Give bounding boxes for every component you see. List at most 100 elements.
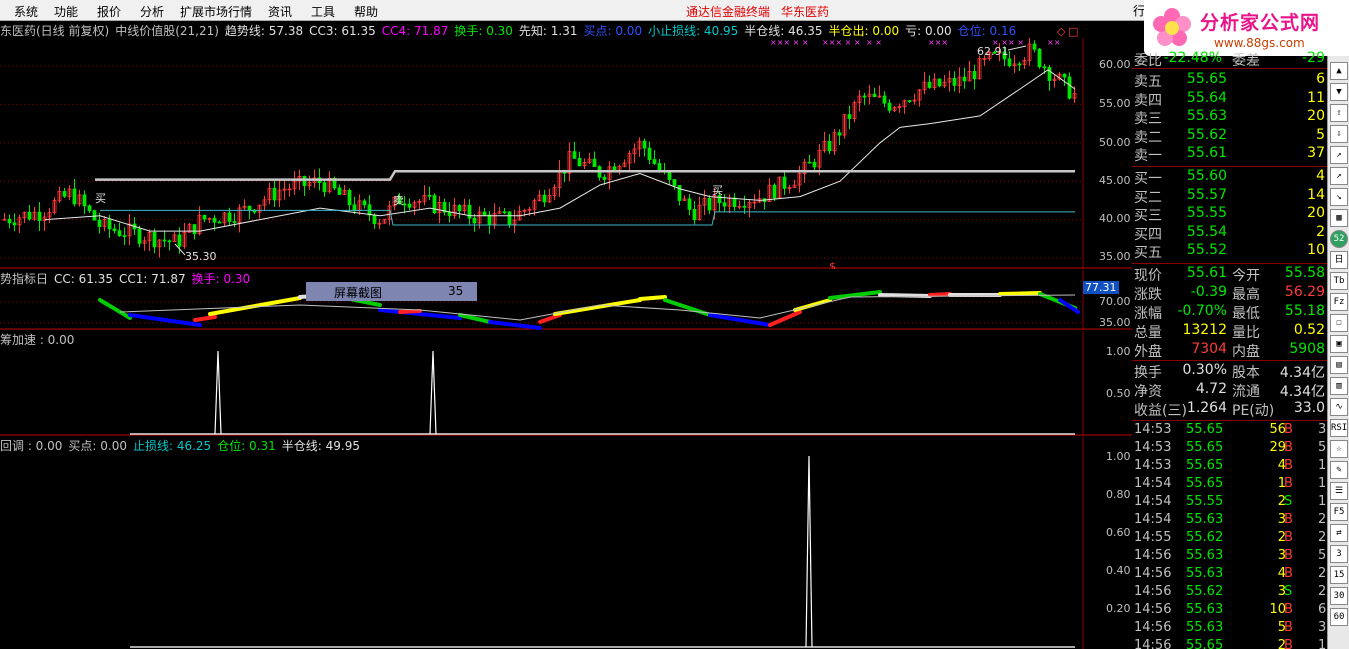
tick-time: 14:56 bbox=[1134, 584, 1172, 599]
candle-body bbox=[657, 163, 662, 171]
candle-body bbox=[7, 218, 12, 224]
toolbar-button-icon[interactable]: ☰ bbox=[1330, 482, 1348, 500]
toolbar-button-icon[interactable]: ▼ bbox=[1330, 83, 1348, 101]
menu-item-tools[interactable]: 工具 bbox=[311, 3, 335, 20]
trend-indicator-panel[interactable]: 势指标日 CC: 61.35 CC1: 71.87 换手: 0.30 77.31 70… bbox=[0, 270, 1132, 330]
toolbar-button-icon[interactable]: Tb bbox=[1330, 272, 1348, 290]
candle-body bbox=[447, 211, 452, 217]
candle-body bbox=[82, 194, 87, 207]
tick-volume: 4 bbox=[1277, 458, 1286, 473]
tick-count: 5 bbox=[1318, 548, 1327, 563]
toolbar-button-icon[interactable]: ▥ bbox=[1330, 377, 1348, 395]
bid-price: 55.55 bbox=[1186, 205, 1227, 221]
candle-body bbox=[72, 188, 77, 205]
chart-option-icon: □ bbox=[1068, 25, 1078, 38]
pullback-indicator-panel[interactable]: 回调 : 0.00 买点: 0.00 止损线: 46.25 仓位: 0.31 半仓线: … bbox=[0, 437, 1132, 649]
toolbar-button-icon[interactable]: 日 bbox=[1330, 251, 1348, 269]
toolbar-button-icon[interactable]: ⇩ bbox=[1330, 125, 1348, 143]
tick-time: 14:53 bbox=[1134, 422, 1172, 437]
tick-count: 1 bbox=[1318, 638, 1327, 649]
candle-body bbox=[602, 176, 607, 180]
fundamental-row: 净资 4.72 流通 4.34亿 bbox=[1132, 381, 1327, 400]
chip-acceleration-panel[interactable]: 筹加速 : 0.00 1.00 0.50 bbox=[0, 331, 1132, 436]
toolbar-button-icon[interactable]: F5 bbox=[1330, 503, 1348, 521]
candle-body bbox=[732, 197, 737, 208]
fundamental-value: 4.72 bbox=[1195, 381, 1227, 397]
signal-marker: ×× bbox=[1047, 38, 1060, 47]
toolbar-button-icon[interactable]: 30 bbox=[1330, 587, 1348, 605]
kline-chart-svg[interactable]: ××× × × ××× × × × × ××× × ×× × ××62.9135.30买卖… bbox=[0, 22, 1132, 269]
ask-row: 卖一 55.61 37 bbox=[1132, 145, 1327, 164]
candle-body bbox=[457, 205, 462, 212]
candle-body bbox=[322, 182, 327, 193]
candle-body bbox=[432, 195, 437, 214]
menu-item-help[interactable]: 帮助 bbox=[354, 3, 378, 20]
half-position-line bbox=[95, 169, 1075, 181]
trend-indicator-svg[interactable] bbox=[0, 270, 1132, 330]
tick-side: B bbox=[1284, 620, 1293, 635]
bid-price: 55.54 bbox=[1186, 223, 1227, 240]
order-diff-value: -29 bbox=[1302, 50, 1325, 66]
toolbar-button-icon[interactable]: ⇧ bbox=[1330, 104, 1348, 122]
bid-volume: 10 bbox=[1307, 242, 1325, 258]
indicator-axis-tick: 35.00 bbox=[1099, 316, 1131, 329]
stat-value: -0.70% bbox=[1177, 303, 1227, 319]
ask-volume: 6 bbox=[1316, 71, 1325, 87]
kline-chart-panel[interactable]: 东医药(日线 前复权) 中线价值股(21,21) 趋势线: 57.38 CC3: 61… bbox=[0, 22, 1132, 269]
candle-body bbox=[202, 214, 207, 220]
candle-body bbox=[962, 76, 967, 82]
toolbar-button-icon[interactable]: 3 bbox=[1330, 545, 1348, 563]
toolbar-button-icon[interactable]: 60 bbox=[1330, 608, 1348, 626]
tick-side: B bbox=[1284, 512, 1293, 527]
toolbar-button-icon[interactable]: Fz bbox=[1330, 293, 1348, 311]
toolbar-button-icon[interactable]: ☐ bbox=[1330, 314, 1348, 332]
tick-volume: 56 bbox=[1269, 422, 1286, 437]
menu-item-quote[interactable]: 报价 bbox=[97, 3, 121, 20]
menu-item-extended-market[interactable]: 扩展市场行情 bbox=[180, 3, 252, 20]
toolbar-button-icon[interactable]: ↗ bbox=[1330, 167, 1348, 185]
toolbar-button-icon[interactable]: ☆ bbox=[1330, 440, 1348, 458]
tick-price: 55.65 bbox=[1186, 422, 1224, 437]
candle-body bbox=[862, 95, 867, 98]
ask-row: 卖四 55.64 11 bbox=[1132, 90, 1327, 109]
toolbar-button-icon[interactable]: RSI bbox=[1330, 419, 1348, 437]
candle-body bbox=[577, 158, 582, 167]
tick-price: 55.63 bbox=[1186, 566, 1224, 581]
toolbar-button-icon[interactable]: ⇄ bbox=[1330, 524, 1348, 542]
toolbar-button-icon[interactable]: ↘ bbox=[1330, 188, 1348, 206]
pullback-indicator-svg[interactable] bbox=[0, 437, 1132, 649]
price-axis-tick: 40.00 bbox=[1099, 212, 1131, 225]
menu-item-function[interactable]: 功能 bbox=[54, 3, 78, 20]
toolbar-button-icon[interactable]: ∿ bbox=[1330, 398, 1348, 416]
pullback-spike bbox=[805, 455, 813, 648]
toolbar-button-icon[interactable]: ▦ bbox=[1330, 209, 1348, 227]
screenshot-tooltip[interactable]: 屏幕截图 35 bbox=[306, 282, 477, 301]
chip-acceleration-svg[interactable] bbox=[0, 331, 1132, 436]
candle-body bbox=[542, 194, 547, 203]
menu-item-analysis[interactable]: 分析 bbox=[140, 3, 164, 20]
toolbar-button-icon[interactable]: ▣ bbox=[1330, 335, 1348, 353]
stat-row: 涨跌 -0.39 最高 56.29 bbox=[1132, 284, 1327, 303]
quote-panel: 委比 -22.48% 委差 -29 卖五 55.65 6 卖四 55.64 11 卖三 55.… bbox=[1132, 50, 1327, 649]
toolbar-button-icon[interactable]: ✎ bbox=[1330, 461, 1348, 479]
candle-body bbox=[62, 191, 67, 197]
candle-body bbox=[122, 235, 127, 237]
toolbar-button-icon[interactable]: ▲ bbox=[1330, 62, 1348, 80]
toolbar-button-icon[interactable]: 15 bbox=[1330, 566, 1348, 584]
toolbar-button-icon[interactable]: ↗ bbox=[1330, 146, 1348, 164]
trend-indicator-segment bbox=[878, 293, 932, 298]
toolbar-button-icon[interactable]: 52 bbox=[1330, 230, 1348, 248]
bid-row: 买三 55.55 20 bbox=[1132, 205, 1327, 224]
tick-price: 55.55 bbox=[1186, 494, 1224, 509]
stat-row: 现价 55.61 今开 55.58 bbox=[1132, 265, 1327, 284]
bid-price: 55.60 bbox=[1186, 168, 1227, 184]
menu-item-system[interactable]: 系统 bbox=[14, 3, 38, 20]
price-axis-tick: 60.00 bbox=[1099, 58, 1131, 71]
stat-value: -0.39 bbox=[1190, 284, 1227, 300]
menu-item-news[interactable]: 资讯 bbox=[268, 3, 292, 20]
ask-price: 55.63 bbox=[1186, 108, 1227, 124]
candle-body bbox=[1067, 76, 1072, 99]
toolbar-button-icon[interactable]: ▤ bbox=[1330, 356, 1348, 374]
candle-body bbox=[92, 210, 97, 221]
tick-time: 14:56 bbox=[1134, 566, 1172, 581]
